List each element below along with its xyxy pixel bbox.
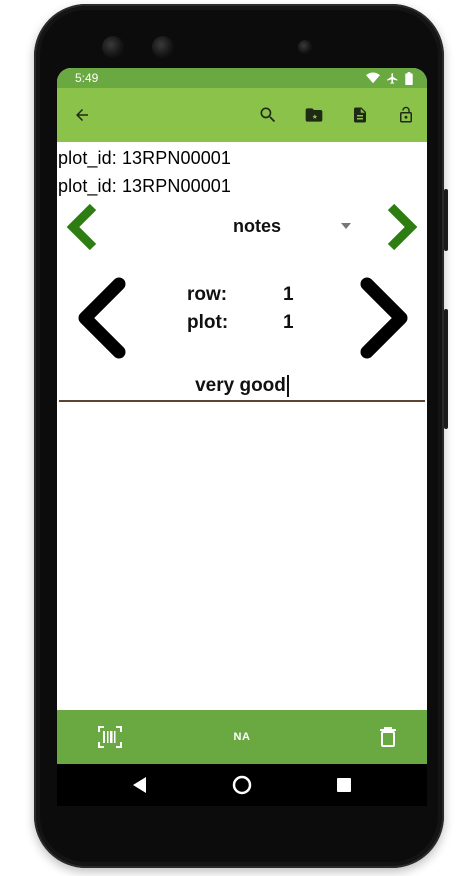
input-underline <box>59 400 425 402</box>
trait-dropdown[interactable]: notes <box>157 208 357 244</box>
plot-value: 1 <box>283 312 294 333</box>
na-button[interactable]: NA <box>229 724 255 750</box>
search-icon <box>260 107 276 123</box>
trait-selector-row: notes <box>57 198 427 256</box>
barcode-scan-icon <box>98 726 122 748</box>
lock-icon <box>400 106 412 123</box>
range-prev-button[interactable] <box>73 276 129 360</box>
nav-recents-button[interactable] <box>333 774 355 796</box>
proximity-sensor <box>298 40 312 54</box>
dropdown-arrow-icon <box>341 223 351 229</box>
delete-button[interactable] <box>377 724 399 750</box>
back-arrow-icon <box>76 109 88 121</box>
document-icon <box>354 107 366 123</box>
info-line-1: plot_id: 13RPN00001 <box>58 148 232 168</box>
airplane-icon <box>387 72 398 84</box>
nav-recents-icon <box>337 778 351 792</box>
trait-value-input[interactable]: very good <box>57 370 427 402</box>
trait-value-text: very good <box>195 375 286 396</box>
bottom-action-bar: NA <box>57 710 427 764</box>
summary-button[interactable] <box>347 102 373 128</box>
nav-home-button[interactable] <box>231 774 253 796</box>
app-bar <box>57 88 427 142</box>
trait-prev-button[interactable] <box>63 202 103 252</box>
row-value: 1 <box>283 284 294 305</box>
power-button <box>444 309 448 429</box>
open-file-button[interactable] <box>301 102 327 128</box>
info-line-2: plot_id: 13RPN00001 <box>58 176 232 196</box>
status-bar: 5:49 <box>57 68 427 88</box>
trait-next-button[interactable] <box>381 202 421 252</box>
range-left-arrow-icon <box>78 277 126 359</box>
nav-home-icon <box>232 775 252 795</box>
range-next-button[interactable] <box>357 276 413 360</box>
chevron-left-icon <box>66 203 97 251</box>
front-camera-lens <box>102 36 124 58</box>
screen: 5:49 plot_id: 13RPN00001 plot_id: 13RPN0… <box>57 68 427 806</box>
lock-button[interactable] <box>393 102 419 128</box>
plot-label: plot: <box>187 312 229 333</box>
barcode-scan-button[interactable] <box>97 724 123 750</box>
text-cursor <box>286 375 289 397</box>
nav-back-icon <box>133 777 146 793</box>
battery-icon <box>405 71 413 85</box>
volume-button <box>444 189 448 251</box>
front-sensor-lens <box>152 36 174 58</box>
nav-back-button[interactable] <box>129 774 151 796</box>
folder-star-icon <box>305 108 323 122</box>
row-label: row: <box>187 284 228 305</box>
range-navigation: row: 1 plot: 1 <box>57 272 427 362</box>
system-nav-bar <box>57 764 427 806</box>
range-right-arrow-icon <box>360 277 408 359</box>
wifi-icon <box>366 72 380 84</box>
chevron-right-icon <box>387 203 418 251</box>
delete-icon <box>380 727 396 747</box>
back-button[interactable] <box>69 102 95 128</box>
trait-selected-label: notes <box>232 215 281 236</box>
status-time: 5:49 <box>75 71 99 85</box>
na-label: NA <box>233 731 251 743</box>
search-button[interactable] <box>255 102 281 128</box>
